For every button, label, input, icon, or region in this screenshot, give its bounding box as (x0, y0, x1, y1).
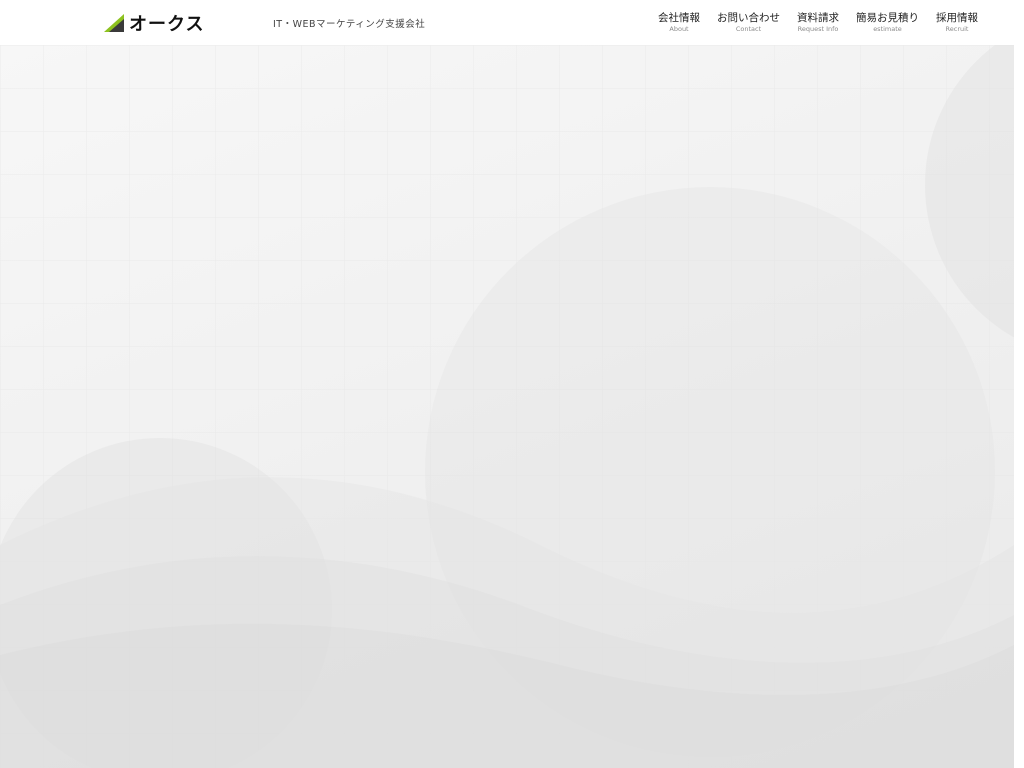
nav-label: 採用情報 (936, 12, 978, 24)
nav-label: 会社情報 (658, 12, 700, 24)
nav-label: 簡易お見積り (856, 12, 919, 24)
page-edge-strip (1014, 45, 1024, 768)
hero-background (0, 45, 1014, 768)
main-nav: 会社情報 About お問い合わせ Contact 資料請求 Request I… (641, 11, 978, 34)
nav-sublabel: About (669, 25, 689, 33)
site-header: オークス IT・WEBマーケティング支援会社 会社情報 About お問い合わせ… (0, 0, 1024, 45)
nav-item-request-info[interactable]: 資料請求 Request Info (797, 11, 839, 34)
nav-item-recruit[interactable]: 採用情報 Recruit (936, 11, 978, 34)
nav-sublabel: Recruit (945, 25, 969, 33)
logo-triangle-icon (104, 14, 124, 32)
nav-item-about[interactable]: 会社情報 About (658, 11, 700, 34)
nav-label: 資料請求 (797, 12, 839, 24)
logo-text: オークス (129, 14, 205, 35)
nav-sublabel: estimate (873, 25, 902, 33)
nav-sublabel: Contact (735, 25, 762, 33)
hero-decoration (0, 45, 1014, 768)
logo-link[interactable]: オークス (104, 12, 205, 35)
nav-sublabel: Request Info (797, 25, 839, 33)
nav-item-contact[interactable]: お問い合わせ Contact (717, 11, 780, 34)
nav-label: お問い合わせ (717, 12, 780, 24)
tagline: IT・WEBマーケティング支援会社 (273, 19, 426, 30)
nav-item-estimate[interactable]: 簡易お見積り estimate (856, 11, 919, 34)
